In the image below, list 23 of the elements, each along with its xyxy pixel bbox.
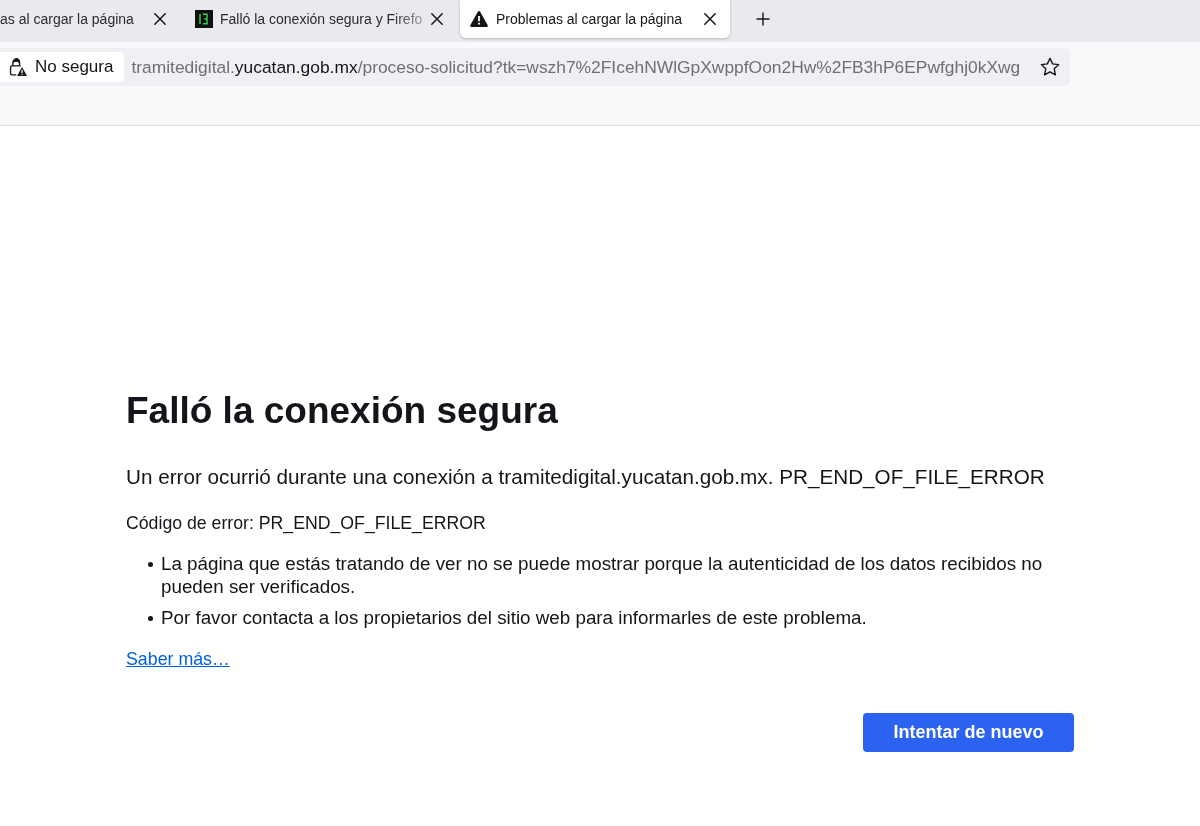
plus-icon [756,12,770,26]
warning-icon [470,10,488,28]
url-text: tramitedigital.yucatan.gob.mx/proceso-solicitud?tk=wszh7%2FIcehNWlGpXwppfOon2Hw%2FB3hP6EPwfghj0kXwg [131,56,1021,78]
list-item-text: La página que estás tratando de ver no se puede mostrar porque la autenticidad de los datos recibidos no pueden ser verificados. [161,552,1044,598]
browser-tab[interactable]: as al cargar la página [0,0,182,38]
retry-button[interactable]: Intentar de nuevo [863,713,1074,752]
favicon-icon [195,10,213,28]
page-title: Falló la conexión segura [126,389,559,433]
error-description: Un error ocurrió durante una conexión a tramitedigital.yucatan.gob.mx. PR_END_OF_FILE_ERROR [126,464,1046,491]
learn-more-link[interactable]: Saber más… [126,649,230,669]
bullet-icon [148,615,153,621]
star-icon[interactable] [1040,57,1060,77]
identity-button[interactable]: No segura [0,52,125,82]
browser-tab[interactable]: Falló la conexión segura y Firefo [186,0,456,38]
browser-tab[interactable]: Problemas al cargar la página [460,0,730,38]
close-icon[interactable] [431,13,443,25]
close-icon[interactable] [154,13,166,25]
close-icon[interactable] [704,13,716,25]
address-bar[interactable]: No segura tramitedigital.yucatan.gob.mx/proceso-solicitud?tk=wszh7%2FIcehNWlGpXwppfOon2Hw%2FB3hP6EPwfghj0kXwg [0,48,1070,86]
lock-warning-icon [9,57,27,77]
bullet-icon [148,561,153,567]
list-item-text: Por favor contacta a los propietarios del sitio web para informarles de este problema. [161,606,868,629]
error-code: Código de error: PR_END_OF_FILE_ERROR [126,512,487,535]
